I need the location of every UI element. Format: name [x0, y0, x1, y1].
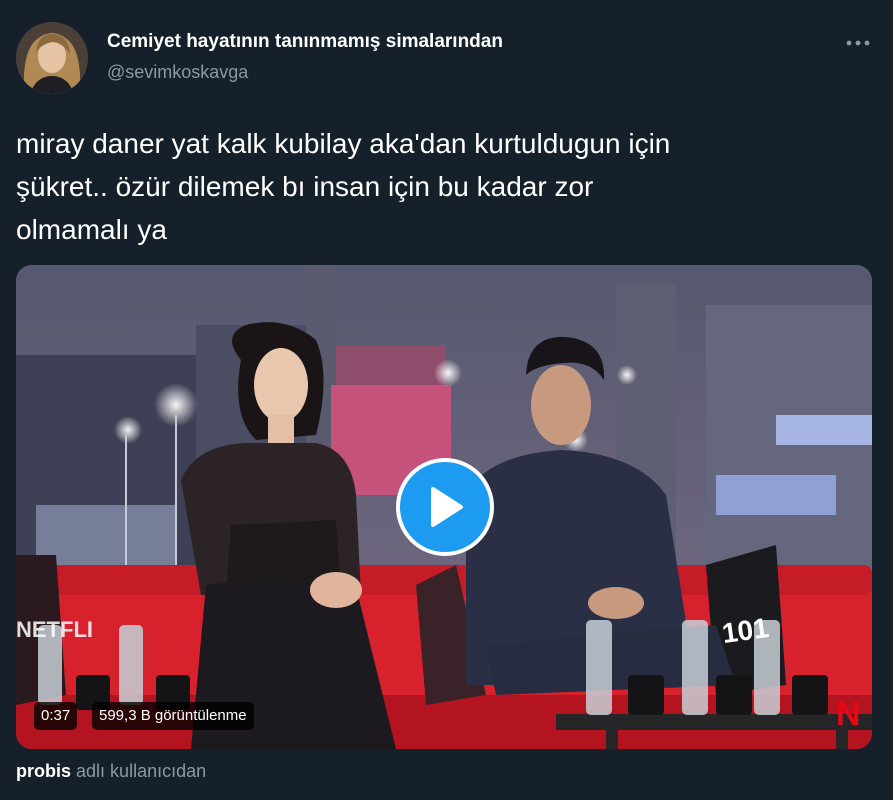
play-icon [431, 487, 463, 527]
sofa-brand-text: NETFLI [16, 617, 93, 642]
video-duration-badge: 0:37 [34, 702, 78, 730]
tweet-text-line: miray daner yat kalk kubilay aka'dan kur… [16, 128, 671, 159]
tweet-text: miray daner yat kalk kubilay aka'dan kur… [16, 122, 876, 251]
video-player[interactable]: NETFLI 101 N 0:37 599,3 B görüntülenme [16, 265, 872, 749]
more-options-button[interactable] [840, 30, 876, 56]
attribution-suffix: adlı kullanıcıdan [76, 761, 207, 781]
more-dots-icon [846, 40, 870, 46]
video-attribution: probis adlı kullanıcıdan [16, 761, 206, 782]
attribution-user-link[interactable]: probis [16, 761, 71, 781]
tweet-card: Cemiyet hayatının tanınmamış simalarında… [0, 0, 893, 800]
author-handle[interactable]: @sevimkoskavga [107, 62, 248, 83]
tweet-text-line: şükret.. özür dilemek bı insan için bu k… [16, 171, 594, 202]
cushion-text: 101 [720, 611, 771, 650]
play-button[interactable] [396, 458, 494, 556]
author-display-name[interactable]: Cemiyet hayatının tanınmamış simalarında… [107, 31, 503, 53]
tweet-text-line: olmamalı ya [16, 214, 167, 245]
netflix-watermark: N [836, 695, 861, 733]
avatar-photo [16, 22, 88, 94]
author-avatar[interactable] [16, 22, 88, 94]
video-views-badge: 599,3 B görüntülenme [92, 702, 254, 730]
